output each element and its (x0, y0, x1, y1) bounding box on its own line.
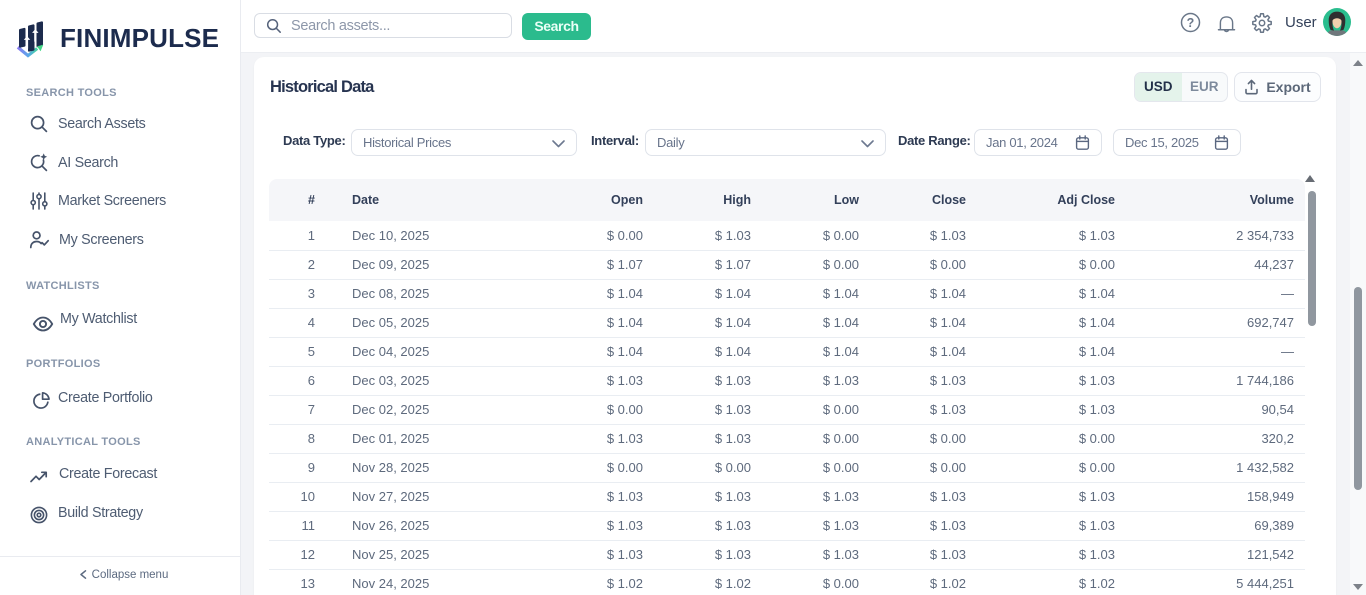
svg-text:FINIMPULSE: FINIMPULSE (60, 23, 219, 53)
svg-text:?: ? (1187, 16, 1195, 30)
